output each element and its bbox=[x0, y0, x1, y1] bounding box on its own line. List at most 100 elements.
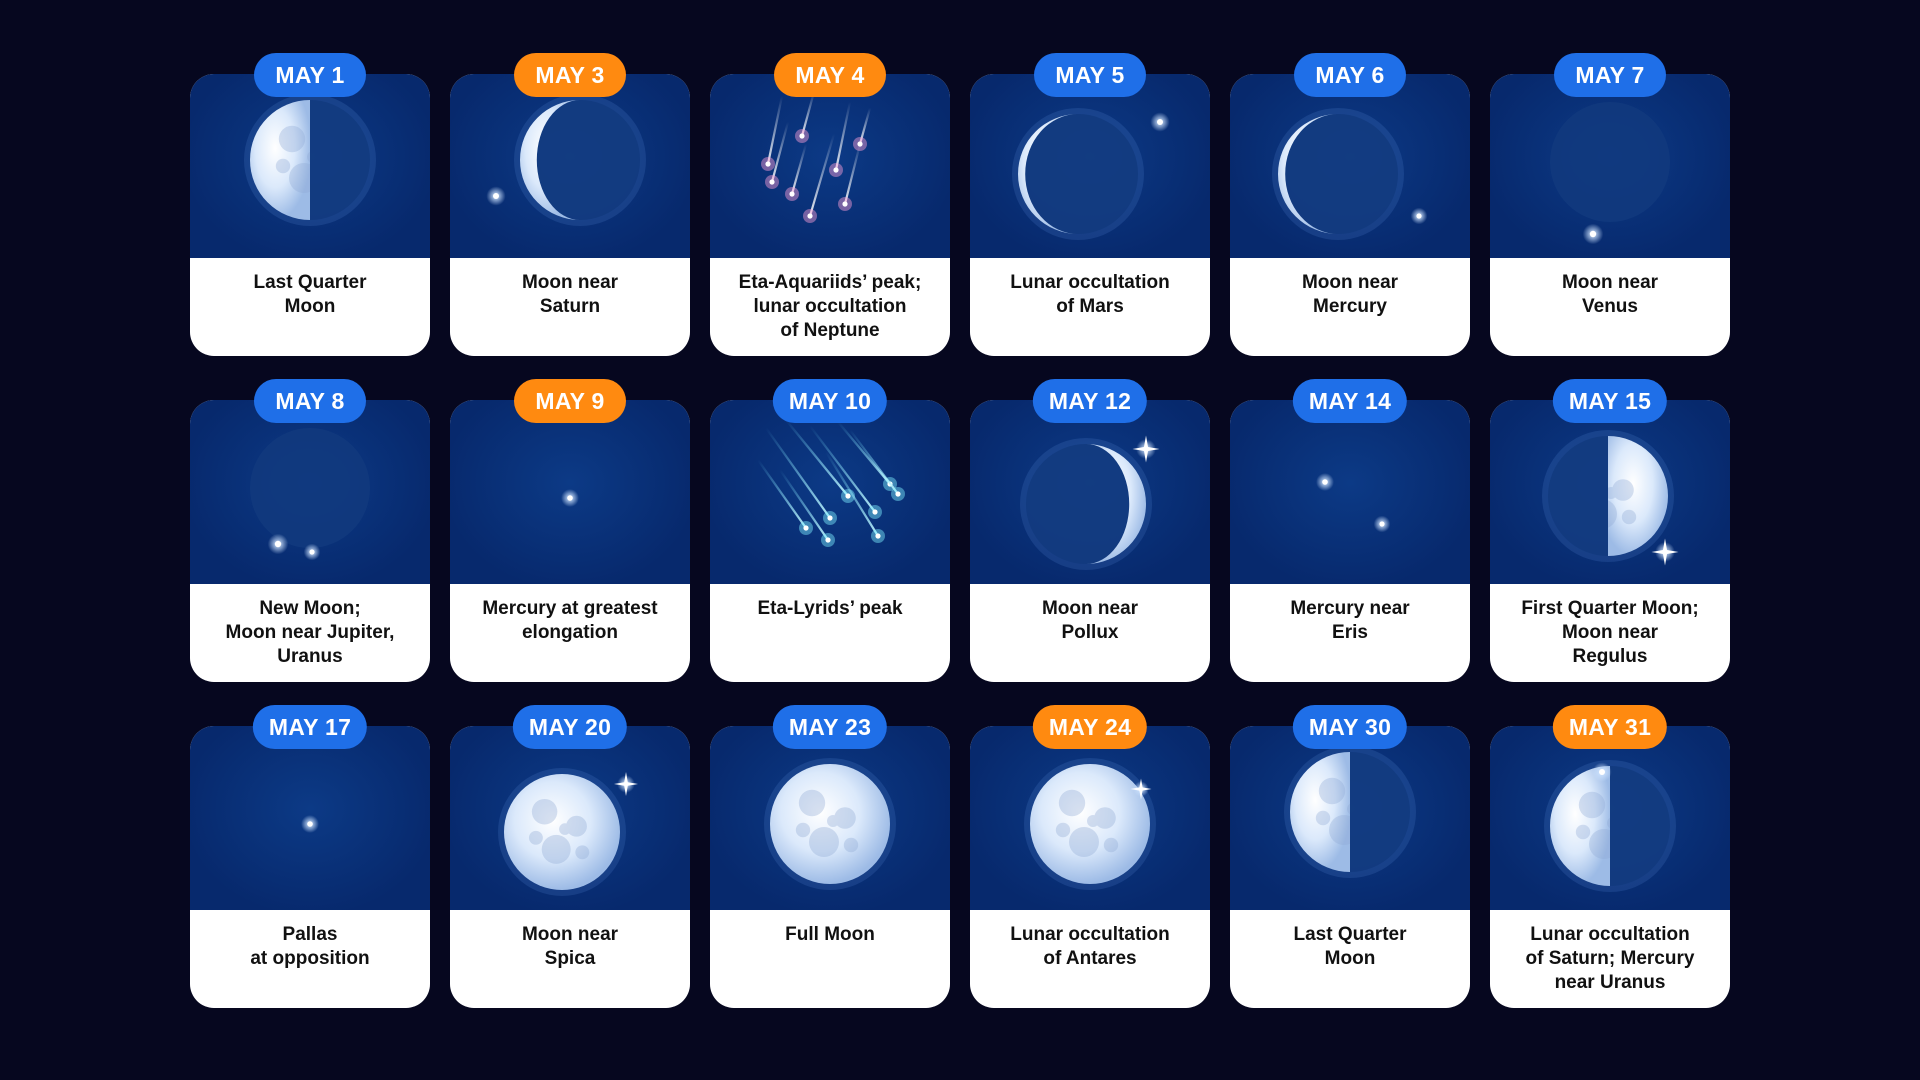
sky-illustration-crescent-moon-with-planet bbox=[450, 74, 690, 258]
event-card[interactable]: MAY 1 Last Quarter Moon bbox=[190, 53, 430, 359]
star bbox=[309, 549, 315, 555]
star bbox=[1416, 213, 1422, 219]
event-card[interactable]: MAY 23 Full Moon bbox=[710, 705, 950, 1011]
meteor-head bbox=[827, 515, 833, 521]
sky-scene bbox=[1024, 758, 1156, 890]
date-badge: MAY 10 bbox=[772, 379, 888, 423]
event-card[interactable]: MAY 6 Moon near Mercury bbox=[1230, 53, 1470, 359]
event-card[interactable]: MAY 9 Mercury at greatest elongation bbox=[450, 379, 690, 685]
star bbox=[274, 540, 282, 548]
event-label: Last Quarter Moon bbox=[1293, 924, 1407, 969]
star bbox=[307, 821, 313, 827]
star bbox=[493, 193, 499, 199]
meteor-head bbox=[842, 201, 848, 207]
date-badge: MAY 6 bbox=[1294, 53, 1406, 97]
event-label: Moon near Mercury bbox=[1301, 272, 1399, 317]
star bbox=[567, 495, 573, 501]
sky-scene bbox=[1012, 108, 1170, 240]
sky-illustration-full-moon bbox=[710, 726, 950, 910]
meteor-trail bbox=[843, 142, 862, 206]
meteor-head bbox=[789, 191, 795, 197]
sky-scene bbox=[498, 768, 638, 896]
sky-scene bbox=[486, 94, 646, 226]
event-card[interactable]: MAY 17 Pallas at opposition bbox=[190, 705, 430, 1011]
event-panel: Pallas at opposition bbox=[190, 726, 430, 1008]
event-panel: Last Quarter Moon bbox=[190, 74, 430, 356]
event-card[interactable]: MAY 7 Moon near Venus bbox=[1490, 53, 1730, 359]
event-label: Lunar occultation of Antares bbox=[1010, 924, 1170, 969]
event-label: New Moon; Moon near Jupiter, Uranus bbox=[225, 598, 395, 667]
event-panel: Last Quarter Moon bbox=[1230, 726, 1470, 1008]
event-panel: New Moon; Moon near Jupiter, Uranus bbox=[190, 400, 430, 682]
event-panel: Lunar occultation of Antares bbox=[970, 726, 1210, 1008]
sky-scene bbox=[244, 94, 376, 226]
event-label: Last Quarter Moon bbox=[253, 272, 367, 317]
event-card[interactable]: MAY 20 Moon near Spica bbox=[450, 705, 690, 1011]
star bbox=[1379, 521, 1385, 527]
sky-scene bbox=[1272, 108, 1428, 240]
event-label: Eta-Lyrids’ peak bbox=[757, 598, 903, 619]
event-card[interactable]: MAY 14 Mercury near Eris bbox=[1230, 379, 1470, 685]
sky-illustration-new-moon-with-planets bbox=[190, 400, 430, 584]
sky-scene bbox=[301, 815, 319, 833]
date-badge: MAY 1 bbox=[254, 53, 366, 97]
events-grid: MAY 1 Last Quarter Moon MAY 3 Moon near … bbox=[190, 53, 1730, 1011]
date-badge: MAY 31 bbox=[1552, 705, 1668, 749]
event-label: Full Moon bbox=[785, 924, 875, 945]
event-label: Moon near Spica bbox=[521, 924, 619, 969]
meteor-trail bbox=[848, 428, 900, 496]
meteor-head bbox=[833, 167, 839, 173]
event-panel: Lunar occultation of Mars bbox=[970, 74, 1210, 356]
event-card[interactable]: MAY 30 Last Quarter Moon bbox=[1230, 705, 1470, 1011]
meteor-head bbox=[803, 525, 809, 531]
sky-scene bbox=[756, 418, 905, 547]
sky-illustration-two-stars bbox=[1230, 400, 1470, 584]
meteor-head bbox=[875, 533, 881, 539]
date-badge: MAY 15 bbox=[1552, 379, 1668, 423]
event-panel: Lunar occultation of Saturn; Mercury nea… bbox=[1490, 726, 1730, 1008]
date-badge: MAY 3 bbox=[514, 53, 626, 97]
sky-scene bbox=[1550, 102, 1670, 245]
event-panel: Moon near Venus bbox=[1490, 74, 1730, 356]
event-card[interactable]: MAY 3 Moon near Saturn bbox=[450, 53, 690, 359]
event-panel: Moon near Saturn bbox=[450, 74, 690, 356]
date-badge: MAY 24 bbox=[1032, 705, 1148, 749]
meteor-head bbox=[765, 161, 771, 167]
date-badge: MAY 8 bbox=[254, 379, 366, 423]
meteor-head bbox=[825, 537, 831, 543]
event-label: Lunar occultation of Saturn; Mercury nea… bbox=[1525, 924, 1695, 993]
event-card[interactable]: MAY 4 Eta-Aquariids’ peak; lunar occulta… bbox=[710, 53, 950, 359]
meteor-trail bbox=[784, 418, 850, 498]
sky-scene bbox=[761, 90, 872, 223]
event-label: Mercury near Eris bbox=[1290, 598, 1410, 643]
sky-illustration-last-quarter-moon bbox=[1230, 726, 1470, 910]
event-panel: Eta-Aquariids’ peak; lunar occultation o… bbox=[710, 74, 950, 356]
event-label: Mercury at greatest elongation bbox=[482, 598, 658, 643]
event-card[interactable]: MAY 15 First Quarter Moon; Moon near Reg… bbox=[1490, 379, 1730, 685]
event-panel: Moon near Pollux bbox=[970, 400, 1210, 682]
event-card[interactable]: MAY 24 Lunar occultation of Antares bbox=[970, 705, 1210, 1011]
meteor-trail bbox=[756, 458, 808, 530]
sky-illustration-meteor-shower-pink bbox=[710, 74, 950, 258]
event-panel: Moon near Mercury bbox=[1230, 74, 1470, 356]
star bbox=[1157, 119, 1163, 125]
sky-illustration-waxing-crescent-with-star bbox=[970, 400, 1210, 584]
sky-illustration-single-star bbox=[190, 726, 430, 910]
event-label: Moon near Venus bbox=[1561, 272, 1659, 317]
event-panel: Moon near Spica bbox=[450, 726, 690, 1008]
event-card[interactable]: MAY 5 Lunar occultation of Mars bbox=[970, 53, 1210, 359]
moon-shadow bbox=[250, 428, 370, 548]
meteor-head bbox=[799, 133, 805, 139]
date-badge: MAY 5 bbox=[1034, 53, 1146, 97]
event-card[interactable]: MAY 31 Lunar occultation of Saturn; Merc… bbox=[1490, 705, 1730, 1011]
event-card[interactable]: MAY 10 Eta-Lyrids’ peak bbox=[710, 379, 950, 685]
date-badge: MAY 4 bbox=[774, 53, 886, 97]
date-badge: MAY 7 bbox=[1554, 53, 1666, 97]
sky-scene bbox=[1316, 473, 1391, 533]
star bbox=[1322, 479, 1328, 485]
event-card[interactable]: MAY 12 Moon near Pollux bbox=[970, 379, 1210, 685]
event-panel: Mercury near Eris bbox=[1230, 400, 1470, 682]
sky-scene bbox=[250, 428, 370, 561]
event-card[interactable]: MAY 8 New Moon; Moon near Jupiter, Uranu… bbox=[190, 379, 430, 685]
meteor-trail bbox=[790, 142, 808, 196]
